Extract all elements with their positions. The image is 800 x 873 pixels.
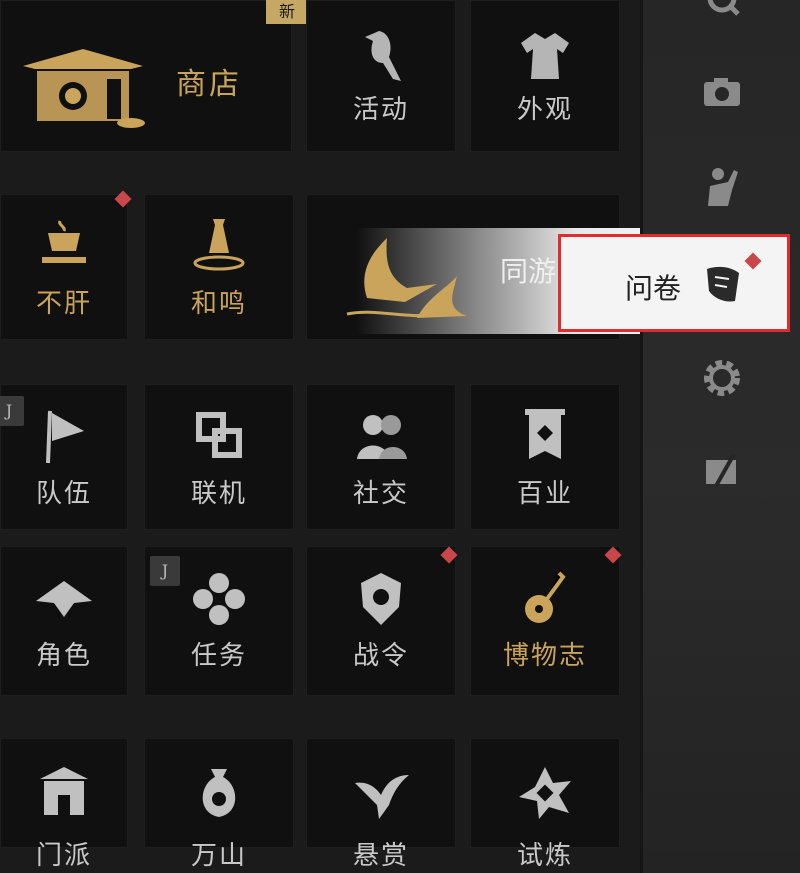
appearance-label: 外观 [516,95,573,125]
notification-dot [604,546,622,564]
tongyou-label: 同游 [500,255,557,288]
camera-icon[interactable] [700,70,744,114]
battle-tile[interactable]: 战令 [306,546,458,696]
battle-label: 战令 [352,641,409,671]
tea-cup-icon [42,220,86,263]
money-bag-icon [202,769,236,817]
divider [640,0,643,873]
shop-tile[interactable]: 商店 [0,0,292,152]
pipa-icon [525,571,566,623]
team-label: 队伍 [35,479,92,509]
link-icon [196,412,242,458]
row5-label-4: 试炼 [516,841,573,871]
role-tile[interactable]: 角色 [0,546,128,696]
new-badge: 新 [266,0,308,24]
vortex-icon [519,767,571,819]
online-label: 联机 [190,479,247,509]
row5-tile-1[interactable]: 门派 [0,738,128,871]
social-label: 社交 [352,479,409,509]
row5-label-2: 万山 [190,841,247,871]
notification-dot [744,252,762,270]
buganx-label: 不肝 [35,289,92,319]
questionnaire-button[interactable]: 问卷 [558,234,790,332]
robe-icon [521,33,569,79]
row5-label-3: 悬赏 [352,841,409,871]
shop-label: 商店 [176,67,242,102]
row5-label-1: 门派 [35,841,92,871]
hemin-label: 和鸣 [190,289,247,319]
settings-icon[interactable] [700,356,744,400]
hat-icon [36,581,92,617]
bird-icon [365,31,401,81]
right-backdrop [643,0,800,873]
hemin-tile[interactable]: 和鸣 [144,194,294,340]
bell-icon [193,219,245,271]
flag-icon [46,410,84,464]
social-tile[interactable]: 社交 [306,384,456,530]
museum-tile[interactable]: 博物志 [470,546,622,696]
buganx-tile[interactable]: 不肝 [0,190,132,340]
baiye-label: 百业 [516,479,573,509]
online-tile[interactable]: 联机 [144,384,294,530]
cranes-icon [346,238,467,318]
character-icon[interactable] [700,164,744,208]
notification-dot [440,546,458,564]
row5-tile-3[interactable]: 悬赏 [306,738,456,871]
banner-icon [525,409,565,459]
shield-icon [361,573,401,625]
j-badge: J [0,396,24,426]
task-label: 任务 [190,641,247,671]
magnifier-icon[interactable] [700,0,744,24]
people-icon [357,415,407,459]
baiye-tile[interactable]: 百业 [470,384,620,530]
museum-label: 博物志 [502,641,587,671]
exit-icon[interactable] [700,448,744,492]
gate-icon [40,767,88,815]
appearance-tile[interactable]: 外观 [470,0,620,152]
role-label: 角色 [35,641,92,671]
shop-building-icon [23,49,145,128]
row5-tile-4[interactable]: 试炼 [470,738,620,871]
questionnaire-label: 问卷 [625,272,682,305]
swallow-icon [355,775,409,819]
events-tile[interactable]: 活动 [306,0,456,152]
j-badge: J [150,556,180,586]
events-label: 活动 [352,95,409,125]
row5-tile-2[interactable]: 万山 [144,738,294,871]
flower-icon [193,573,245,625]
scroll-icon [707,266,739,302]
